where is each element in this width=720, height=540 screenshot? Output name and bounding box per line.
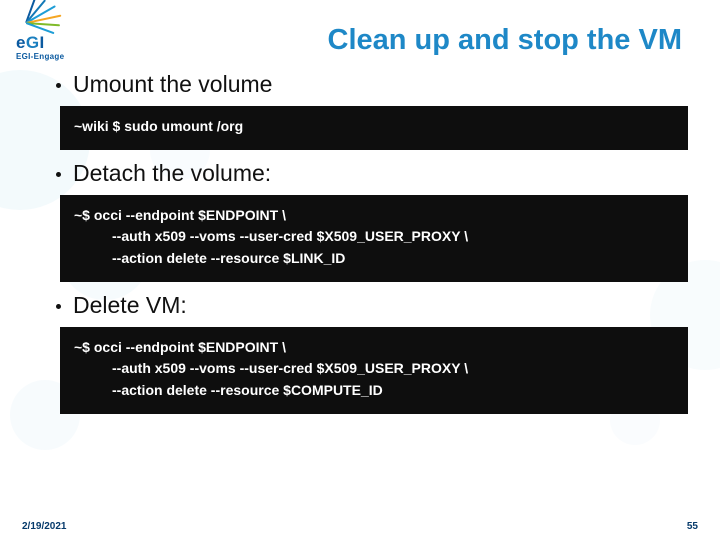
code-line: --action delete --resource $LINK_ID [112,250,345,266]
code-block: ~wiki $ sudo umount /org [60,106,688,150]
code-line: --auth x509 --voms --user-cred $X509_USE… [112,228,468,244]
footer: 2/19/2021 55 [0,521,720,532]
code-line: ~wiki $ sudo umount /org [74,118,243,134]
footer-date: 2/19/2021 [22,521,67,532]
logo-text: eGI [16,34,98,51]
slide-body: Clean up and stop the VM Umount the volu… [0,0,720,540]
code-line: ~$ occi --endpoint $ENDPOINT \ [74,207,286,223]
bullet-text: Delete VM: [73,292,187,319]
logo: eGI EGI-Engage [10,8,98,61]
bullet-dot-icon [56,304,61,309]
bullet-dot-icon [56,83,61,88]
logo-subtext: EGI-Engage [16,52,98,61]
footer-page-number: 55 [687,521,698,532]
code-block: ~$ occi --endpoint $ENDPOINT \ --auth x5… [60,195,688,282]
code-block: ~$ occi --endpoint $ENDPOINT \ --auth x5… [60,327,688,414]
content: Umount the volume ~wiki $ sudo umount /o… [56,71,692,414]
bullet-text: Umount the volume [73,71,272,98]
bullet-text: Detach the volume: [73,160,271,187]
page-title: Clean up and stop the VM [28,24,686,57]
code-line: --auth x509 --voms --user-cred $X509_USE… [112,360,468,376]
bullet-item: Delete VM: [56,292,692,319]
code-line: ~$ occi --endpoint $ENDPOINT \ [74,339,286,355]
bullet-item: Detach the volume: [56,160,692,187]
bullet-dot-icon [56,172,61,177]
logo-burst-icon [14,8,92,36]
bullet-item: Umount the volume [56,71,692,98]
code-line: --action delete --resource $COMPUTE_ID [112,382,383,398]
